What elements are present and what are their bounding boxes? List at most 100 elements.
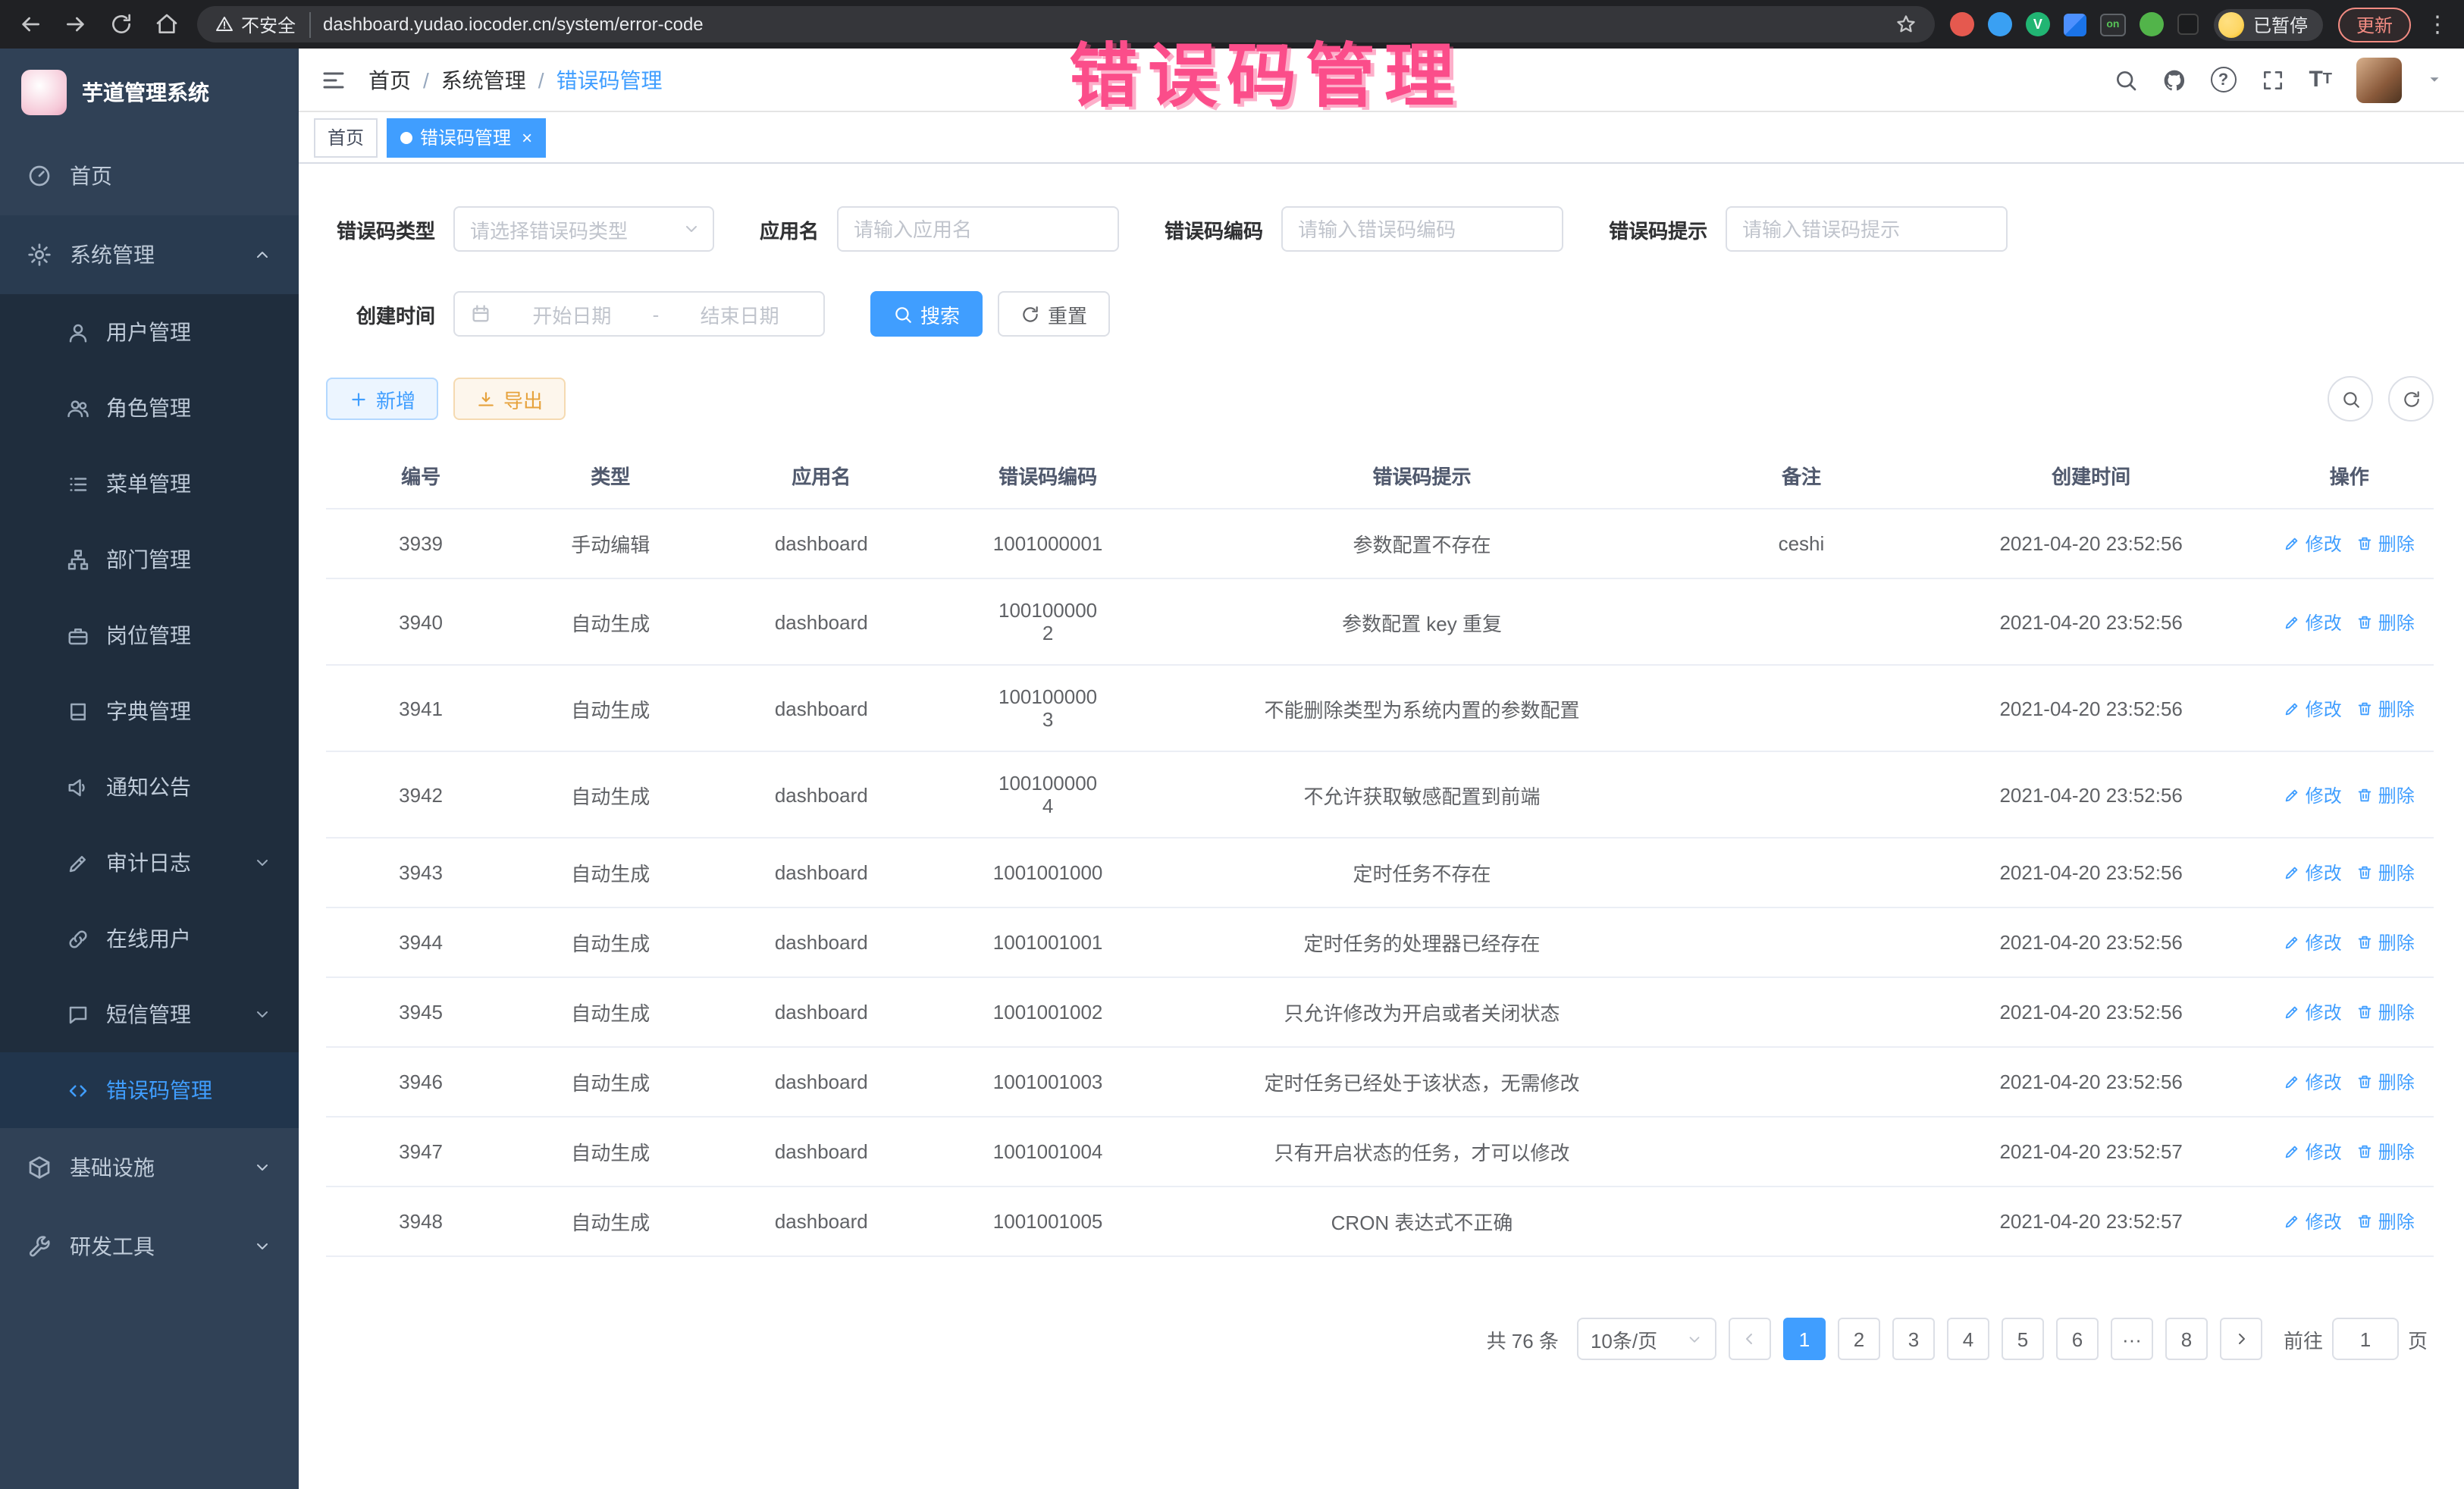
browser-back-icon[interactable] bbox=[15, 9, 45, 39]
font-size-icon[interactable]: TT bbox=[2309, 68, 2332, 91]
page-button-1[interactable]: 1 bbox=[1783, 1318, 1826, 1360]
app-name-input[interactable] bbox=[839, 208, 1118, 250]
extension-icon-red[interactable] bbox=[1950, 12, 1974, 36]
delete-link[interactable]: 删除 bbox=[2357, 1139, 2415, 1165]
help-icon[interactable]: ? bbox=[2210, 67, 2236, 92]
search-button[interactable]: 搜索 bbox=[870, 291, 983, 337]
cell-memo bbox=[1685, 665, 1917, 751]
sidebar-item-audit-log[interactable]: 审计日志 bbox=[0, 825, 299, 901]
edit-link[interactable]: 修改 bbox=[2284, 531, 2342, 556]
sidebar-logo[interactable]: 芋道管理系统 bbox=[0, 49, 299, 136]
delete-link[interactable]: 删除 bbox=[2357, 1069, 2415, 1095]
sidebar-item-dictionary[interactable]: 字典管理 bbox=[0, 673, 299, 749]
sidebar-item-menus[interactable]: 菜单管理 bbox=[0, 446, 299, 522]
security-indicator[interactable]: 不安全 bbox=[215, 11, 311, 37]
browser-home-icon[interactable] bbox=[152, 9, 182, 39]
browser-forward-icon[interactable] bbox=[61, 9, 91, 39]
delete-link[interactable]: 删除 bbox=[2357, 609, 2415, 635]
add-button[interactable]: 新增 bbox=[326, 378, 438, 420]
github-icon[interactable] bbox=[2161, 67, 2186, 92]
sidebar-item-users[interactable]: 用户管理 bbox=[0, 294, 299, 370]
extension-icon-blue[interactable] bbox=[1988, 12, 2012, 36]
sidebar-item-sms[interactable]: 短信管理 bbox=[0, 976, 299, 1052]
sidebar-item-roles[interactable]: 角色管理 bbox=[0, 370, 299, 446]
goto-page-input[interactable] bbox=[2332, 1318, 2399, 1360]
date-range-picker[interactable]: 开始日期 - 结束日期 bbox=[453, 291, 825, 337]
avatar[interactable] bbox=[2356, 57, 2402, 102]
sidebar-item-departments[interactable]: 部门管理 bbox=[0, 522, 299, 597]
cell-id: 3943 bbox=[326, 838, 516, 908]
sidebar-item-home[interactable]: 首页 bbox=[0, 136, 299, 215]
prev-page-button[interactable] bbox=[1729, 1318, 1771, 1360]
sidebar-group-infra[interactable]: 基础设施 bbox=[0, 1128, 299, 1207]
sidebar-item-posts[interactable]: 岗位管理 bbox=[0, 597, 299, 673]
edit-link[interactable]: 修改 bbox=[2284, 860, 2342, 886]
page-ellipsis[interactable]: ··· bbox=[2111, 1318, 2153, 1360]
browser-update-button[interactable]: 更新 bbox=[2338, 7, 2411, 42]
refresh-table-button[interactable] bbox=[2388, 376, 2434, 422]
col-id: 编号 bbox=[326, 443, 516, 509]
url-text[interactable]: dashboard.yudao.iocoder.cn/system/error-… bbox=[323, 14, 1883, 35]
sidebar-item-notice[interactable]: 通知公告 bbox=[0, 749, 299, 825]
extensions-pin-icon[interactable] bbox=[2177, 14, 2199, 35]
edit-link[interactable]: 修改 bbox=[2284, 999, 2342, 1025]
delete-link[interactable]: 删除 bbox=[2357, 929, 2415, 955]
delete-link[interactable]: 删除 bbox=[2357, 860, 2415, 886]
page-size-select[interactable]: 10条/页 bbox=[1577, 1318, 1716, 1360]
browser-menu-icon[interactable]: ⋮ bbox=[2426, 13, 2449, 36]
edit-link[interactable]: 修改 bbox=[2284, 1208, 2342, 1234]
page-button-2[interactable]: 2 bbox=[1838, 1318, 1880, 1360]
sidebar-item-error-code[interactable]: 错误码管理 bbox=[0, 1052, 299, 1128]
error-msg-input[interactable] bbox=[1727, 208, 2006, 250]
cell-type: 自动生成 bbox=[516, 751, 705, 838]
delete-link[interactable]: 删除 bbox=[2357, 531, 2415, 556]
error-type-select[interactable]: 请选择错误码类型 bbox=[453, 206, 714, 252]
sidebar-group-dev-tools[interactable]: 研发工具 bbox=[0, 1207, 299, 1286]
delete-link[interactable]: 删除 bbox=[2357, 695, 2415, 721]
extension-icon-on[interactable]: on bbox=[2100, 13, 2126, 36]
fullscreen-icon[interactable] bbox=[2260, 67, 2284, 92]
tab-home[interactable]: 首页 bbox=[314, 118, 378, 157]
next-page-button[interactable] bbox=[2220, 1318, 2262, 1360]
close-icon[interactable]: × bbox=[522, 128, 532, 146]
breadcrumb-system[interactable]: 系统管理 bbox=[441, 64, 526, 95]
cell-msg: 定时任务的处理器已经存在 bbox=[1158, 908, 1685, 977]
bookmark-star-icon[interactable] bbox=[1895, 14, 1917, 35]
briefcase-icon bbox=[67, 624, 89, 647]
edit-link[interactable]: 修改 bbox=[2284, 609, 2342, 635]
extension-icon-green[interactable] bbox=[2140, 12, 2164, 36]
sidebar-group-system[interactable]: 系统管理 bbox=[0, 215, 299, 294]
page-button-4[interactable]: 4 bbox=[1947, 1318, 1989, 1360]
reset-button[interactable]: 重置 bbox=[998, 291, 1110, 337]
delete-link[interactable]: 删除 bbox=[2357, 1208, 2415, 1234]
delete-link[interactable]: 删除 bbox=[2357, 999, 2415, 1025]
delete-link[interactable]: 删除 bbox=[2357, 782, 2415, 807]
tab-error-code[interactable]: 错误码管理 × bbox=[387, 118, 546, 157]
browser-refresh-icon[interactable] bbox=[106, 9, 136, 39]
export-button[interactable]: 导出 bbox=[453, 378, 566, 420]
edit-link[interactable]: 修改 bbox=[2284, 1069, 2342, 1095]
extension-icon-grid[interactable] bbox=[2064, 13, 2086, 36]
breadcrumb-home[interactable]: 首页 bbox=[368, 64, 411, 95]
hamburger-icon[interactable] bbox=[320, 66, 347, 93]
chevron-down-icon[interactable] bbox=[2426, 71, 2443, 88]
trash-icon bbox=[2357, 700, 2374, 716]
toggle-search-button[interactable] bbox=[2328, 376, 2373, 422]
address-bar[interactable]: 不安全 dashboard.yudao.iocoder.cn/system/er… bbox=[197, 6, 1935, 42]
edit-link[interactable]: 修改 bbox=[2284, 1139, 2342, 1165]
cell-time: 2021-04-20 23:52:57 bbox=[1917, 1186, 2265, 1256]
page-button-5[interactable]: 5 bbox=[2002, 1318, 2044, 1360]
breadcrumb-current[interactable]: 错误码管理 bbox=[556, 64, 663, 95]
cell-code: 1001001002 bbox=[937, 977, 1158, 1047]
edit-link[interactable]: 修改 bbox=[2284, 782, 2342, 807]
sidebar-item-online-users[interactable]: 在线用户 bbox=[0, 901, 299, 976]
page-button-6[interactable]: 6 bbox=[2056, 1318, 2099, 1360]
extension-icon-green-v[interactable]: V bbox=[2026, 12, 2050, 36]
error-code-input[interactable] bbox=[1283, 208, 1562, 250]
search-icon[interactable] bbox=[2113, 67, 2137, 92]
edit-link[interactable]: 修改 bbox=[2284, 929, 2342, 955]
browser-profile-chip[interactable]: 已暂停 bbox=[2214, 8, 2323, 40]
page-button-8[interactable]: 8 bbox=[2165, 1318, 2208, 1360]
page-button-3[interactable]: 3 bbox=[1892, 1318, 1935, 1360]
edit-link[interactable]: 修改 bbox=[2284, 695, 2342, 721]
